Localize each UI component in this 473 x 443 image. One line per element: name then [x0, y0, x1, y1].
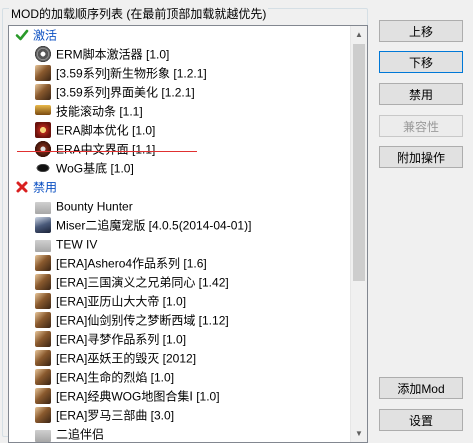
mod-item-label: ERM脚本激活器 [1.0] [56, 47, 170, 62]
mod-item-label: [ERA]亚历山大大帝 [1.0] [56, 294, 187, 309]
move-up-button[interactable]: 上移 [379, 20, 463, 42]
folder-icon [35, 239, 51, 252]
scroll-up-arrow-icon[interactable]: ▲ [351, 26, 367, 43]
portrait-icon [35, 273, 51, 290]
scroll-down-arrow-icon[interactable]: ▼ [351, 425, 367, 442]
mod-item-label: TEW IV [56, 237, 98, 252]
mod-list-item[interactable]: [ERA]经典WOG地图合集Ⅰ [1.0] [9, 387, 350, 406]
category-enabled[interactable]: 激活 [9, 26, 350, 45]
compatibility-button[interactable]: 兼容性 [379, 115, 463, 137]
mod-list-item[interactable]: Bounty Hunter [9, 197, 350, 216]
portrait-icon [35, 254, 51, 271]
mod-list-item[interactable]: ERA中文界面 [1.1] [9, 140, 350, 159]
settings-button[interactable]: 设置 [379, 409, 463, 431]
disabled-mod-list: Bounty Hunter Miser二追魔宠版 [4.0.5(2014-04-0… [9, 197, 350, 442]
mod-load-order-group: MOD的加载顺序列表 (在最前顶部加载就越优先) 激活 ERM脚本激活器 [1.… [2, 7, 368, 443]
figure-icon [35, 216, 51, 233]
mod-item-label: [ERA]罗马三部曲 [3.0] [56, 408, 175, 423]
mod-tree-list[interactable]: 激活 ERM脚本激活器 [1.0] [3.59系列]新生物形象 [1.2.1] [3… [8, 25, 368, 443]
round-shield-icon [35, 140, 51, 157]
red-x-icon [16, 181, 28, 193]
mod-item-label: Miser二追魔宠版 [4.0.5(2014-04-01)] [56, 218, 252, 233]
mod-item-label: WoG基底 [1.0] [56, 161, 134, 176]
mod-list-item[interactable]: [ERA]亚历山大大帝 [1.0] [9, 292, 350, 311]
mod-item-label: ERA脚本优化 [1.0] [56, 123, 156, 138]
mod-list-item[interactable]: ERM脚本激活器 [1.0] [9, 45, 350, 64]
folder-icon [35, 201, 51, 214]
mod-item-label: [ERA]生命的烈焰 [1.0] [56, 370, 175, 385]
category-label: 禁用 [33, 180, 58, 195]
red-underline-annotation [17, 151, 197, 152]
portrait-icon [35, 406, 51, 423]
mod-list-item[interactable]: [ERA]Ashero4作品系列 [1.6] [9, 254, 350, 273]
mod-list-item[interactable]: [ERA]生命的烈焰 [1.0] [9, 368, 350, 387]
enabled-mod-list: ERM脚本激活器 [1.0] [3.59系列]新生物形象 [1.2.1] [3.59… [9, 45, 350, 178]
category-label: 激活 [33, 28, 58, 43]
mod-tree-rows: 激活 ERM脚本激活器 [1.0] [3.59系列]新生物形象 [1.2.1] [3… [9, 26, 350, 442]
scrollbar-thumb[interactable] [353, 44, 365, 281]
mod-item-label: Bounty Hunter [56, 199, 133, 214]
chest-icon [35, 121, 51, 138]
portrait-icon [35, 368, 51, 385]
mod-item-label: 二追伴侣 [56, 427, 105, 442]
eye-icon [35, 159, 51, 176]
mod-list-item[interactable]: [3.59系列]新生物形象 [1.2.1] [9, 64, 350, 83]
mod-list-item[interactable]: TEW IV [9, 235, 350, 254]
mod-list-item[interactable]: 技能滚动条 [1.1] [9, 102, 350, 121]
mod-item-label: [3.59系列]界面美化 [1.2.1] [56, 85, 195, 100]
mod-list-item[interactable]: 二追伴侣 [9, 425, 350, 442]
mod-list-item[interactable]: Miser二追魔宠版 [4.0.5(2014-04-01)] [9, 216, 350, 235]
mod-list-item[interactable]: [ERA]仙剑别传之梦断西域 [1.12] [9, 311, 350, 330]
add-mod-button[interactable]: 添加Mod [379, 377, 463, 399]
mod-item-label: [ERA]寻梦作品系列 [1.0] [56, 332, 187, 347]
mod-item-label: [ERA]Ashero4作品系列 [1.6] [56, 256, 207, 271]
mod-list-item[interactable]: ERA脚本优化 [1.0] [9, 121, 350, 140]
mod-item-label: [ERA]三国演义之兄弟同心 [1.42] [56, 275, 229, 290]
folder-icon [35, 429, 51, 442]
green-check-icon [15, 29, 29, 41]
mod-item-label: [ERA]经典WOG地图合集Ⅰ [1.0] [56, 389, 220, 404]
mod-list-item[interactable]: [ERA]巫妖王的毁灭 [2012] [9, 349, 350, 368]
mod-item-label: [3.59系列]新生物形象 [1.2.1] [56, 66, 207, 81]
portrait-icon [35, 311, 51, 328]
vertical-scrollbar[interactable]: ▲ ▼ [350, 26, 367, 442]
extra-operations-button[interactable]: 附加操作 [379, 146, 463, 168]
portrait-icon [35, 387, 51, 404]
mod-item-label: [ERA]巫妖王的毁灭 [2012] [56, 351, 197, 366]
mod-item-label: 技能滚动条 [1.1] [56, 104, 143, 119]
mod-item-label: [ERA]仙剑别传之梦断西域 [1.12] [56, 313, 229, 328]
mod-item-label: ERA中文界面 [1.1] [56, 142, 156, 157]
mod-list-item[interactable]: [ERA]寻梦作品系列 [1.0] [9, 330, 350, 349]
scroll-bar-icon [35, 104, 51, 115]
category-disabled[interactable]: 禁用 [9, 178, 350, 197]
portrait-icon [35, 83, 51, 100]
move-down-button[interactable]: 下移 [379, 51, 463, 73]
gear-icon [35, 45, 51, 62]
disable-button[interactable]: 禁用 [379, 83, 463, 105]
group-title: MOD的加载顺序列表 (在最前顶部加载就越优先) [9, 7, 269, 21]
portrait-icon [35, 349, 51, 366]
portrait-icon [35, 330, 51, 347]
mod-list-item[interactable]: [ERA]三国演义之兄弟同心 [1.42] [9, 273, 350, 292]
portrait-icon [35, 292, 51, 309]
mod-list-item[interactable]: [3.59系列]界面美化 [1.2.1] [9, 83, 350, 102]
mod-list-item[interactable]: WoG基底 [1.0] [9, 159, 350, 178]
mod-list-item[interactable]: [ERA]罗马三部曲 [3.0] [9, 406, 350, 425]
portrait-icon [35, 64, 51, 81]
